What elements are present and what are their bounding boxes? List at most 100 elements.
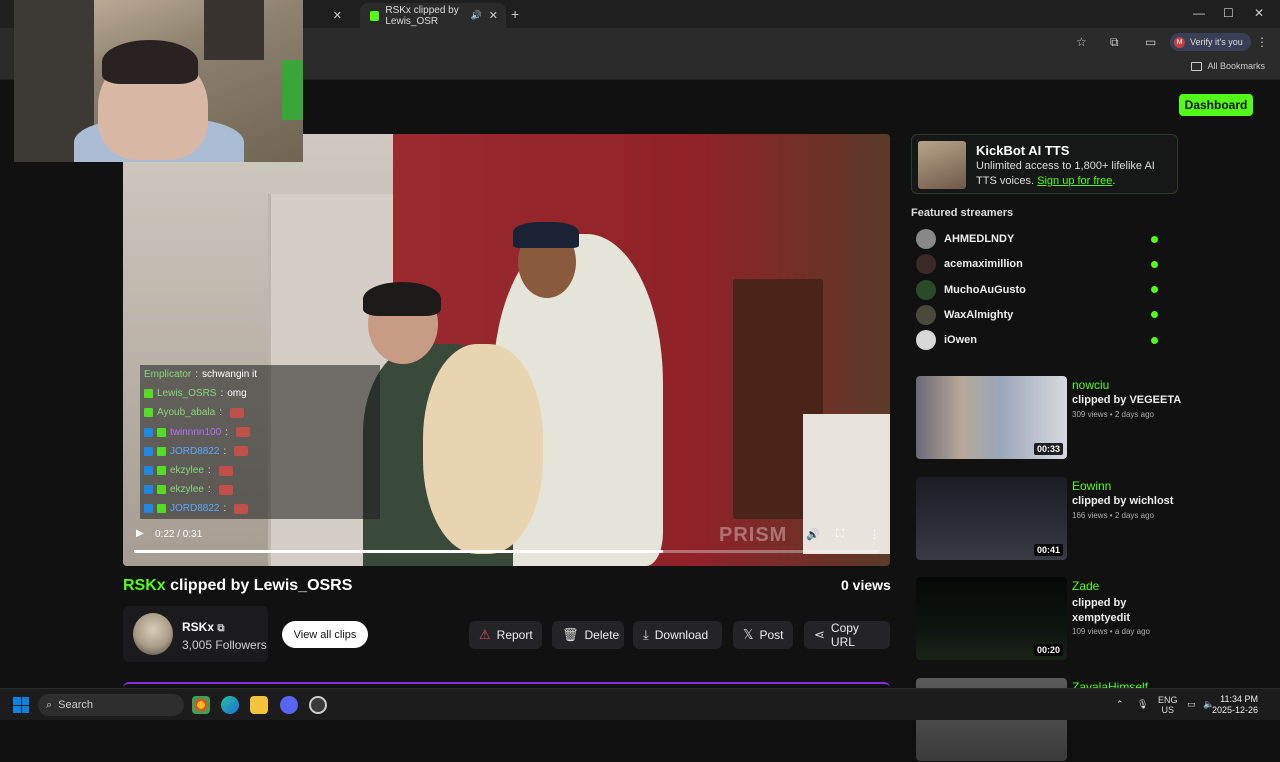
all-bookmarks-button[interactable]: All Bookmarks (1191, 61, 1265, 71)
streamer-avatar (916, 279, 936, 300)
more-options-icon[interactable]: ⋮ (869, 528, 880, 541)
clip-title: RSKx clipped by Lewis_OSRS (123, 577, 352, 595)
clip-channel-name[interactable]: nowciu (1072, 378, 1109, 392)
taskbar-clock[interactable]: 11:34 PM 2025-12-26 (1212, 694, 1258, 716)
clip-thumbnail[interactable]: 00:20 (916, 577, 1067, 661)
monitor-icon[interactable]: ▭ (1187, 699, 1196, 709)
chat-badge-icon (144, 485, 153, 495)
clip-title-channel[interactable]: RSKx (123, 577, 166, 594)
tab-previous[interactable]: ✕ (300, 3, 350, 28)
video-progress-fill (134, 550, 663, 553)
kickbot-ad-card[interactable]: KickBot AI TTS Unlimited access to 1,800… (911, 134, 1178, 194)
close-window-icon[interactable]: ✕ (1254, 6, 1264, 20)
video-progress-bar[interactable] (134, 550, 879, 553)
chat-badge-icon (157, 446, 166, 456)
profile-avatar: M (1174, 36, 1185, 48)
chat-badge-icon (157, 485, 166, 495)
channel-avatar[interactable] (133, 613, 173, 655)
speaker-icon[interactable]: 🔊 (471, 10, 482, 21)
clip-views: 0 views (841, 577, 891, 593)
delete-button[interactable]: 🗑 Delete (552, 621, 624, 649)
tab-active[interactable]: RSKx clipped by Lewis_OSR 🔊 ✕ (360, 3, 506, 28)
download-button[interactable]: ⤓ Download (633, 621, 722, 649)
emote-icon (218, 484, 233, 495)
verify-profile-button[interactable]: M Verify it's you (1170, 33, 1251, 51)
chat-badge-icon (157, 504, 166, 514)
emote-icon (229, 407, 244, 418)
microphone-icon[interactable]: 🎙 (1137, 699, 1148, 709)
clip-duration: 00:41 (1033, 543, 1063, 556)
video-controls: ▶ 0:22 / 0:31 PRISM 🔊 ⛶ ⋮ (123, 520, 890, 566)
app-icon[interactable] (309, 696, 327, 714)
emote-icon (234, 503, 249, 514)
windows-start-icon[interactable] (13, 697, 29, 713)
chat-separator: : (207, 484, 211, 496)
video-person-cap (513, 222, 579, 248)
chat-badge-icon (144, 446, 153, 456)
ad-title: KickBot AI TTS (976, 143, 1070, 158)
streamer-avatar (916, 254, 936, 275)
new-tab-icon[interactable]: + (511, 6, 519, 22)
external-link-icon[interactable]: ⧉ (217, 623, 224, 634)
play-icon[interactable]: ▶ (136, 528, 144, 539)
report-button[interactable]: ⚠ Report (469, 621, 542, 649)
close-tab-icon[interactable]: ✕ (489, 9, 498, 22)
featured-streamer-item[interactable]: iOwen (916, 329, 1166, 351)
related-clip-card[interactable]: 00:41 Eowinn clipped by wichlost 166 views … (916, 476, 1186, 561)
cast-icon[interactable]: ▭ (1145, 35, 1156, 49)
fullscreen-icon[interactable]: ⛶ (836, 528, 844, 541)
search-icon: ⌕ (46, 698, 53, 711)
ad-image (918, 141, 966, 189)
copy-url-button[interactable]: ⋖ Copy URL (804, 621, 890, 649)
chrome-icon[interactable] (192, 696, 210, 714)
related-clip-card[interactable]: 00:20 Zade clipped by xemptyedit 109 views … (916, 577, 1186, 661)
close-tab-icon[interactable]: ✕ (333, 9, 342, 22)
minimize-icon[interactable]: — (1193, 6, 1205, 20)
emote-icon (235, 427, 250, 438)
file-explorer-icon[interactable] (250, 696, 268, 714)
clip-meta: 109 views • a day ago (1072, 627, 1150, 637)
clip-thumbnail[interactable]: 00:41 (916, 476, 1067, 560)
discord-icon[interactable] (280, 696, 298, 714)
channel-followers: 3,005 Followers (182, 638, 267, 652)
search-label: Search (58, 699, 94, 711)
channel-card[interactable]: RSKx ⧉ 3,005 Followers (123, 606, 268, 662)
maximize-icon[interactable]: ☐ (1223, 6, 1234, 20)
chat-separator: : (223, 503, 227, 515)
volume-icon[interactable]: 🔊 (806, 528, 820, 541)
clip-channel-name[interactable]: Eowinn (1072, 479, 1111, 493)
related-clip-card[interactable]: 00:33 nowciu clipped by VEGEETA 309 views •… (916, 376, 1186, 460)
chat-message: Lewis_OSRS: omg (140, 384, 380, 404)
featured-streamer-item[interactable]: acemaximillion (916, 253, 1166, 275)
browser-menu-icon[interactable]: ⋮ (1256, 35, 1268, 49)
post-button[interactable]: 𝕏 Post (733, 621, 793, 649)
chat-username: ekzylee (170, 484, 204, 496)
view-all-clips-button[interactable]: View all clips (282, 621, 368, 648)
language-indicator[interactable]: ENG US (1158, 695, 1178, 715)
chat-separator: : (220, 388, 224, 400)
live-dot-icon (1151, 235, 1158, 243)
chat-username: JORD8822 (170, 503, 220, 515)
featured-streamer-item[interactable]: AHMEDLNDY (916, 228, 1166, 250)
channel-name[interactable]: RSKx ⧉ (182, 620, 225, 634)
chat-username: ekzylee (170, 465, 204, 477)
chat-badge-icon (144, 466, 153, 476)
emote-icon (234, 446, 249, 457)
chevron-up-icon[interactable]: ⌃ (1116, 699, 1124, 709)
featured-streamer-item[interactable]: WaxAlmighty (916, 304, 1166, 326)
video-watermark: PRISM (719, 524, 788, 546)
streamer-name: MuchoAuGusto (944, 283, 1026, 296)
clip-meta: 166 views • 2 days ago (1072, 510, 1154, 520)
edge-icon[interactable] (221, 696, 239, 714)
clip-thumbnail[interactable]: 00:33 (916, 376, 1067, 459)
clip-channel-name[interactable]: Zade (1072, 579, 1099, 593)
featured-streamer-item[interactable]: MuchoAuGusto (916, 279, 1166, 301)
bookmark-star-icon[interactable]: ☆ (1076, 35, 1087, 49)
sign-up-link[interactable]: Sign up for free (1037, 175, 1112, 187)
taskbar-search[interactable]: ⌕ Search (38, 694, 184, 716)
streamer-avatar (916, 304, 936, 325)
chat-badge-icon (144, 389, 153, 399)
dashboard-button[interactable]: Dashboard (1179, 94, 1253, 116)
extensions-icon[interactable]: ⧉ (1110, 35, 1119, 50)
chat-message: Emplicator: schwangin it (140, 365, 380, 385)
